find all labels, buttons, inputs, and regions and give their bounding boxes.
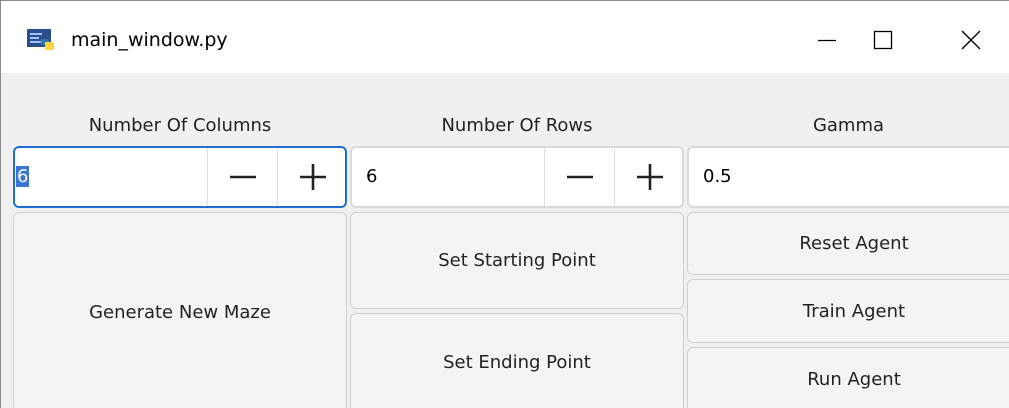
generate-maze-button[interactable]: Generate New Maze bbox=[13, 212, 347, 408]
close-icon bbox=[961, 30, 981, 50]
gamma-value[interactable]: 0.5 bbox=[703, 166, 732, 188]
rows-label: Number Of Rows bbox=[441, 115, 593, 136]
python-file-icon bbox=[27, 29, 57, 51]
rows-value[interactable]: 6 bbox=[366, 166, 377, 188]
columns-increment-button[interactable] bbox=[277, 148, 347, 206]
maximize-button[interactable] bbox=[853, 15, 913, 65]
minimize-button[interactable] bbox=[797, 15, 857, 65]
minus-icon bbox=[228, 162, 258, 192]
train-agent-button[interactable]: Train Agent bbox=[687, 279, 1009, 343]
minimize-icon bbox=[817, 30, 837, 50]
set-starting-point-button[interactable]: Set Starting Point bbox=[350, 212, 684, 309]
main-window: main_window.py Number Of Columns Number … bbox=[0, 0, 1009, 408]
rows-increment-button[interactable] bbox=[614, 148, 684, 206]
maximize-icon bbox=[873, 30, 893, 50]
set-ending-point-button[interactable]: Set Ending Point bbox=[350, 313, 684, 408]
gamma-label: Gamma bbox=[812, 115, 885, 136]
rows-spinbox[interactable]: 6 bbox=[350, 146, 684, 208]
run-agent-button[interactable]: Run Agent bbox=[687, 347, 1009, 408]
title-bar[interactable]: main_window.py bbox=[1, 1, 1009, 73]
columns-decrement-button[interactable] bbox=[207, 148, 277, 206]
columns-value: 6 bbox=[16, 166, 30, 187]
gamma-field[interactable]: 0.5 bbox=[687, 146, 1009, 208]
reset-agent-button[interactable]: Reset Agent bbox=[687, 212, 1009, 275]
plus-icon bbox=[298, 162, 328, 192]
window-title: main_window.py bbox=[71, 29, 228, 51]
columns-label: Number Of Columns bbox=[88, 115, 272, 136]
columns-spinbox[interactable]: 6 bbox=[13, 146, 347, 208]
close-button[interactable] bbox=[941, 15, 1001, 65]
minus-icon bbox=[565, 162, 595, 192]
plus-icon bbox=[635, 162, 665, 192]
rows-decrement-button[interactable] bbox=[544, 148, 614, 206]
columns-input[interactable]: 6 bbox=[16, 166, 30, 188]
